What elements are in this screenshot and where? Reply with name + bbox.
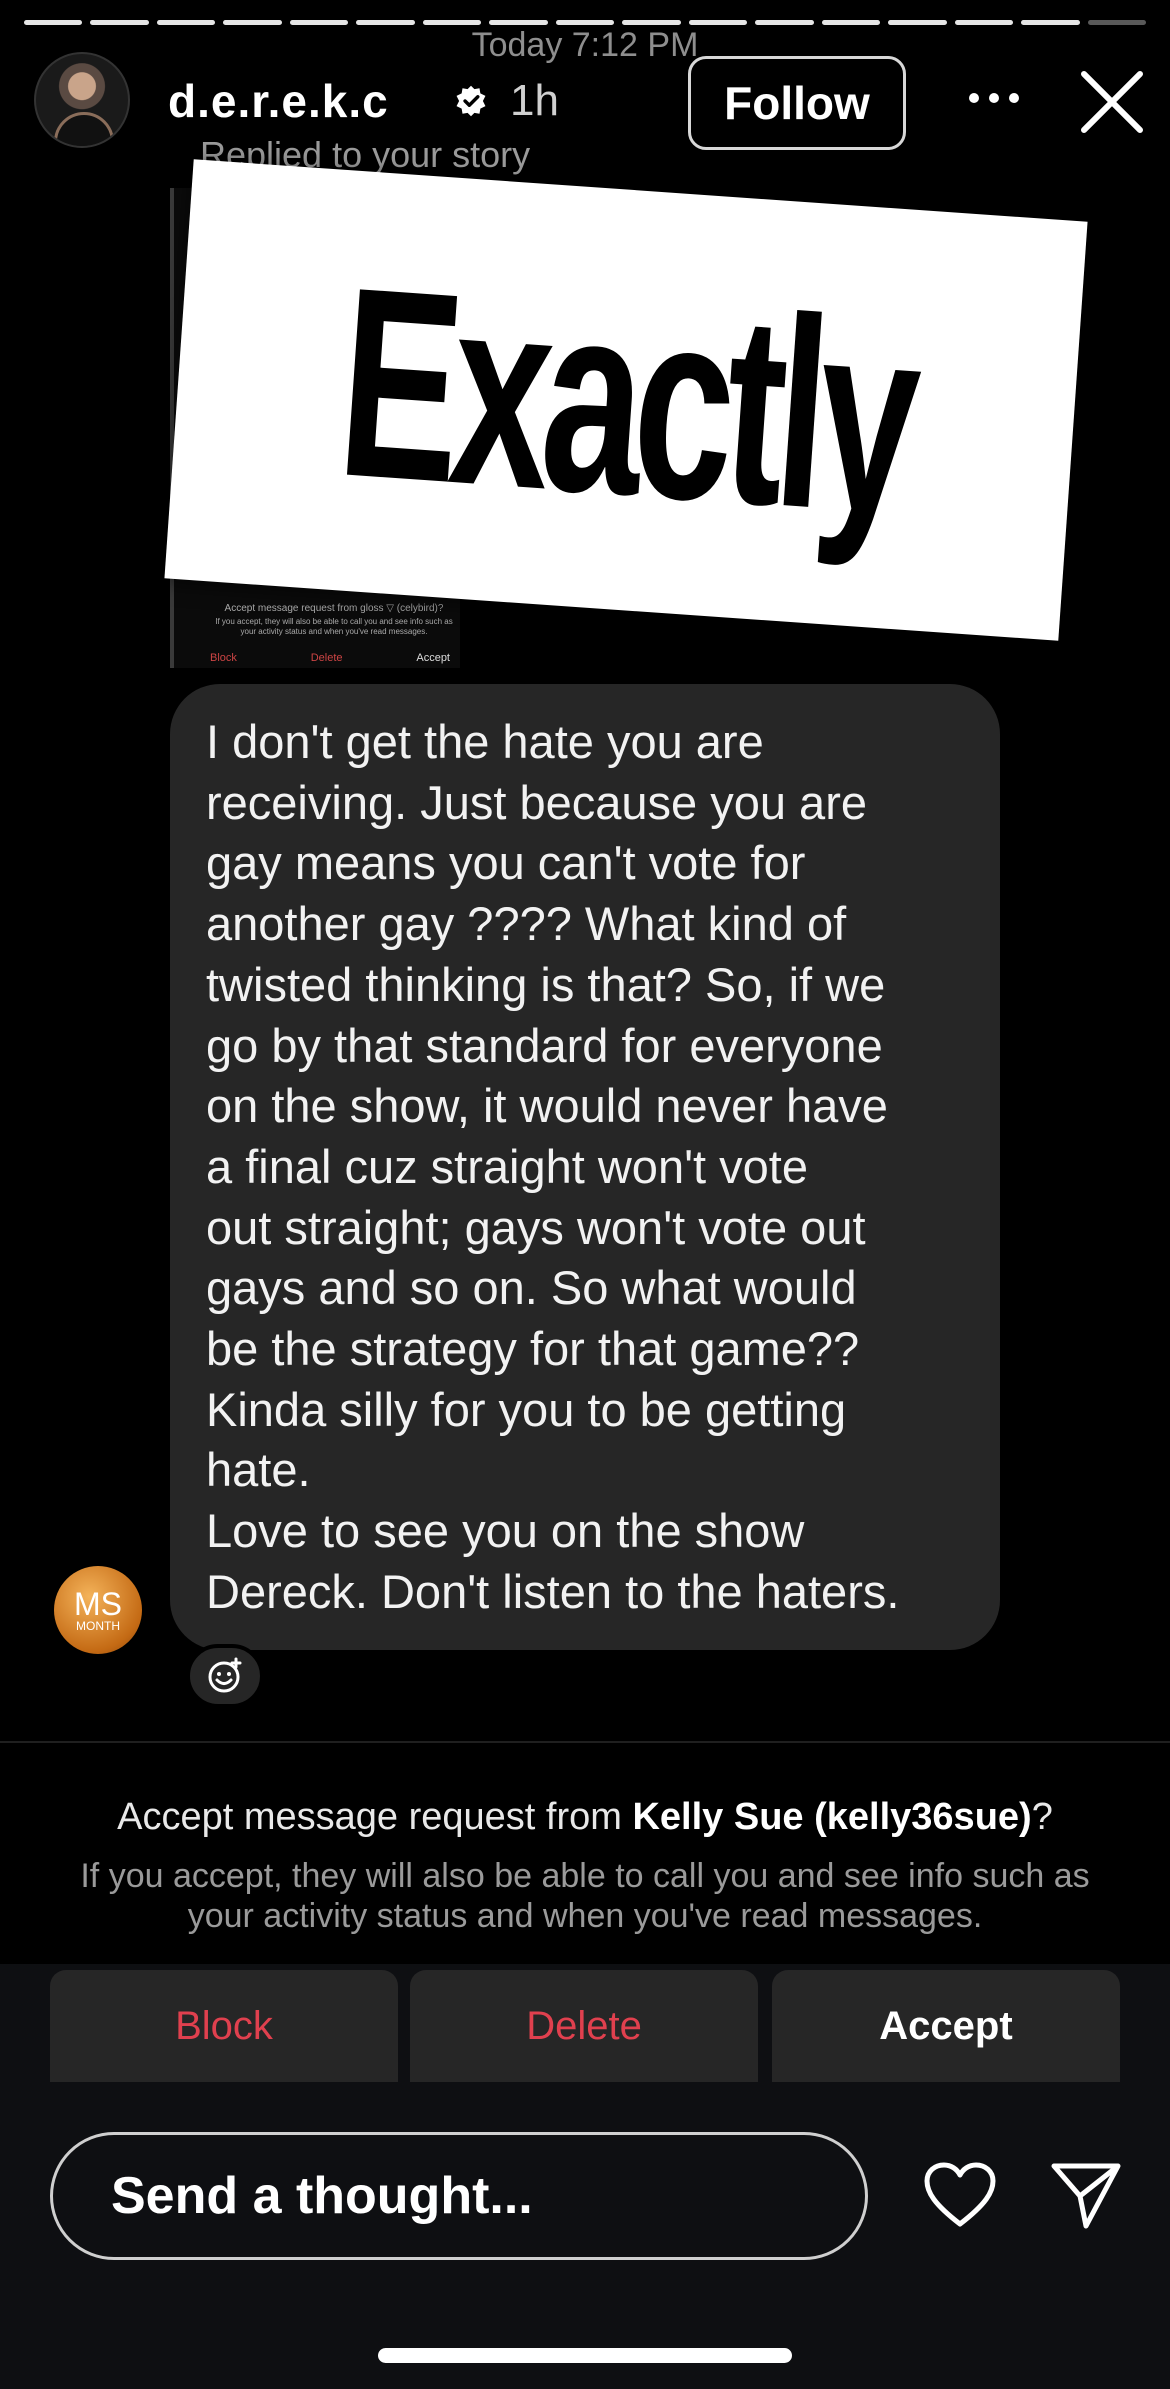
username[interactable]: d.e.r.e.k.c (168, 74, 389, 128)
story-progress-segment (555, 20, 615, 25)
more-options-icon[interactable] (962, 78, 1026, 118)
request-subtitle: If you accept, they will also be able to… (80, 1857, 1090, 1935)
request-title: Accept message request from Kelly Sue (k… (0, 1796, 1170, 1839)
preview-request-text: Accept message request from gloss ▽ (cel… (214, 603, 454, 636)
request-sender-name: Kelly Sue (kelly36sue) (632, 1796, 1032, 1838)
story-progress-segment (954, 20, 1014, 25)
story-progress-segment (356, 20, 415, 25)
delete-button[interactable]: Delete (410, 1970, 758, 2082)
preview-accept-label: Accept (416, 652, 450, 664)
story-progress-segment (156, 20, 216, 25)
accept-button[interactable]: Accept (772, 1970, 1120, 2082)
verified-badge-icon (456, 85, 486, 117)
preview-block-label: Block (210, 652, 237, 664)
story-progress-segment (755, 20, 814, 25)
message-text: I don't get the hate you are receiving. … (206, 715, 900, 1618)
send-icon[interactable] (1050, 2160, 1122, 2230)
story-progress-segment (90, 20, 149, 25)
add-reaction-button[interactable] (186, 1644, 264, 1708)
story-progress-segment (422, 20, 482, 25)
smiley-plus-icon (208, 1657, 242, 1693)
sender-avatar-initials: MS (74, 1586, 122, 1622)
preview-buttons: Block Delete Accept (210, 652, 450, 664)
preview-request-title: Accept message request from gloss ▽ (cel… (224, 603, 444, 614)
post-age: 1h (510, 76, 559, 125)
message-bubble[interactable]: I don't get the hate you are receiving. … (170, 684, 1000, 1650)
profile-avatar[interactable] (34, 52, 130, 148)
preview-delete-label: Delete (310, 652, 343, 664)
home-indicator[interactable] (378, 2348, 792, 2363)
story-progress-segment (1087, 20, 1146, 25)
preview-request-subtitle: If you accept, they will also be able to… (215, 617, 453, 636)
sticker-text: Exactly (331, 229, 921, 571)
close-icon[interactable] (1078, 68, 1146, 136)
request-suffix: ? (1031, 1796, 1053, 1838)
block-button[interactable]: Block (50, 1970, 398, 2082)
send-thought-input[interactable] (50, 2132, 868, 2260)
exactly-sticker: Exactly (164, 159, 1088, 641)
divider (0, 1741, 1170, 1743)
story-progress-segment (821, 20, 881, 25)
story-progress-bar (24, 20, 1146, 25)
story-progress-segment (289, 20, 349, 25)
story-header: d.e.r.e.k.c 1h Replied to your story Fol… (34, 52, 1143, 175)
request-prefix: Accept message request from (117, 1796, 633, 1838)
story-progress-segment (888, 20, 947, 25)
story-progress-segment (24, 20, 83, 25)
follow-button[interactable]: Follow (688, 56, 906, 150)
heart-icon[interactable] (922, 2160, 998, 2230)
story-progress-segment (1021, 20, 1080, 25)
story-progress-segment (622, 20, 681, 25)
sender-avatar-caption: MONTH (76, 1619, 120, 1633)
story-progress-segment (489, 20, 548, 25)
sender-avatar[interactable]: MS MONTH (54, 1566, 142, 1654)
story-progress-segment (223, 20, 282, 25)
story-progress-segment (688, 20, 748, 25)
